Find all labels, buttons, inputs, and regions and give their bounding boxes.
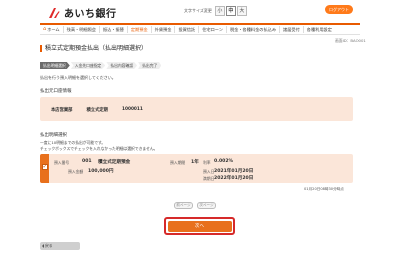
nav-item-time-deposit[interactable]: 定期預金 [128, 26, 152, 33]
step-select-detail: 払出明細選択 [40, 62, 70, 69]
home-icon: ⌂ [43, 26, 47, 32]
deposit-amount: 100,000円 [88, 169, 114, 174]
nav-item-home[interactable]: ⌂ ホーム [40, 26, 64, 33]
header: あいち銀行 文字サイズ変更 小 中 大 ログアウト [0, 0, 400, 23]
font-size-small-button[interactable]: 小 [214, 6, 225, 16]
nav-item-settings[interactable]: 各種利用設定 [304, 26, 335, 33]
bank-name: あいち銀行 [64, 9, 117, 20]
step-destination-account: 入金先口座指定 [70, 62, 106, 69]
period-label: 預入期間 [170, 160, 186, 165]
bank-logo[interactable]: あいち銀行 [48, 5, 117, 20]
next-page-button[interactable]: 次ページ [197, 202, 216, 209]
font-size-switcher: 文字サイズ変更 小 中 大 [184, 6, 248, 16]
section-heading-detail: 払出明細選択 [40, 133, 67, 138]
global-nav: ⌂ ホーム 残高・明細照会 振込・振替 定期預金 外貨預金 投資信託 住宅ローン… [40, 23, 360, 35]
deposit-no-label: 預入番号 [54, 160, 70, 165]
timestamp: 01月20日08時30分時点 [304, 187, 344, 191]
nav-item-label: ホーム [47, 27, 60, 32]
page-title: 積立式定期預金払出（払出明細選択） [40, 45, 147, 52]
deposit-period: 1年 [191, 160, 199, 165]
screen-id: 画面ID：BAO001 [335, 38, 366, 43]
account-info-panel: 本店営業部 積立式定期 1000011 [40, 97, 353, 121]
account-type: 積立式定期 [86, 108, 108, 113]
deposit-rate: 0.002% [214, 159, 234, 164]
prev-page-button[interactable]: 前ページ [174, 202, 193, 209]
font-size-large-button[interactable]: 大 [236, 6, 247, 16]
maturity-date: 2022年01月20日 [214, 176, 254, 181]
nav-item-transfer[interactable]: 振込・振替 [100, 26, 128, 33]
bank-logo-icon [48, 7, 60, 19]
nav-item-tax-payment[interactable]: 税金・各種料金の払込み [227, 26, 281, 33]
deposit-date: 2021年01月20日 [214, 169, 254, 174]
step-confirm: 払出内容確認 [106, 62, 138, 69]
deposit-no: 001 [82, 159, 92, 164]
logout-button[interactable]: ログアウト [325, 5, 353, 14]
nav-item-notifications[interactable]: 諸届受付 [280, 26, 304, 33]
maturity-label: 満期日 [203, 176, 215, 181]
detail-checkbox[interactable] [41, 163, 48, 170]
lead-text: 払出を行う預入明細を選択してください。 [40, 75, 116, 80]
font-size-medium-button[interactable]: 中 [225, 6, 236, 16]
detail-notes: 一度に10明細までの払出が可能です。 チェックボックスでチェックを入れなかった明… [40, 140, 157, 151]
account-branch: 本店営業部 [51, 108, 73, 113]
rate-label: 利率 [203, 160, 211, 165]
nav-item-foreign-deposit[interactable]: 外貨預金 [152, 26, 176, 33]
nav-item-investment[interactable]: 投資信託 [175, 26, 200, 33]
font-size-label: 文字サイズ変更 [184, 8, 212, 13]
back-button[interactable]: 戻る [40, 242, 80, 250]
next-button[interactable]: 次へ [167, 220, 232, 232]
step-complete: 払出完了 [138, 62, 162, 69]
next-button-highlight: 次へ [164, 217, 235, 235]
account-number: 1000011 [121, 107, 143, 112]
nav-item-housing-loan[interactable]: 住宅ローン [199, 26, 227, 33]
pager: 前ページ 次ページ [174, 202, 220, 209]
section-heading-account: 払出元口座情報 [40, 89, 72, 94]
detail-row[interactable]: 預入番号 001 積立式定期預金 預入金額 100,000円 預入期間 1年 利… [40, 154, 353, 183]
amount-label: 預入金額 [68, 169, 84, 174]
deposit-product: 積立式定期預金 [98, 160, 131, 165]
deposit-date-label: 預入日 [203, 169, 215, 174]
step-indicator: 払出明細選択 入金先口座指定 払出内容確認 払出完了 [40, 62, 162, 69]
detail-check-cell[interactable] [40, 154, 49, 183]
nav-item-balance[interactable]: 残高・明細照会 [64, 26, 100, 33]
note-line: チェックボックスでチェックを入れなかった明細は選択できません。 [40, 145, 158, 151]
